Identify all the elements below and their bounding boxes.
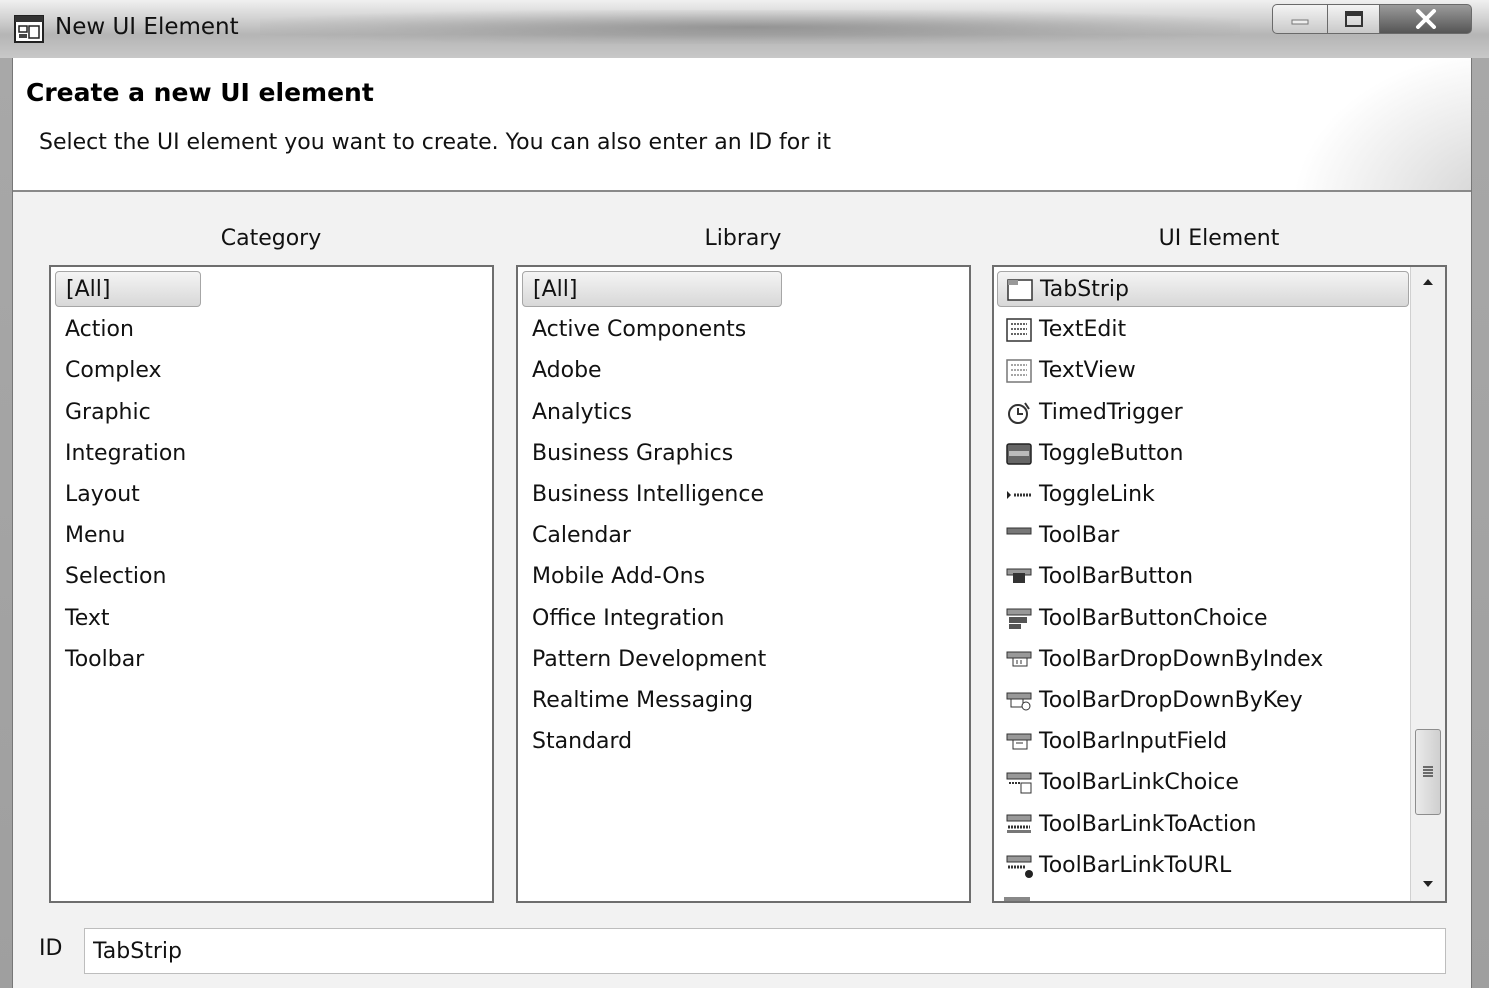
toolbardropdownbyindex-icon	[1006, 651, 1032, 667]
minimize-button[interactable]	[1272, 4, 1328, 34]
toolbarlinktourl-icon	[1006, 855, 1033, 878]
ui-element-item[interactable]: ToggleButton	[997, 436, 1409, 472]
timedtrigger-icon	[1008, 402, 1030, 424]
ui-element-item[interactable]: ToolBarLinkChoice	[997, 765, 1409, 801]
app-icon	[14, 15, 44, 43]
library-item[interactable]: Standard	[522, 724, 632, 760]
title-bar[interactable]: New UI Element	[0, 0, 1489, 58]
new-ui-element-dialog: New UI Element Create a new UI element S…	[0, 0, 1489, 988]
ui-element-label: TextView	[1039, 358, 1136, 384]
ui-element-item[interactable]: ToolBarDropDownByKey	[997, 683, 1409, 719]
togglebutton-icon	[1006, 443, 1032, 465]
category-item[interactable]: Toolbar	[55, 642, 144, 678]
minimize-icon	[1291, 19, 1309, 25]
ui-element-list[interactable]: ToolBarLinkToURL ToolBarLinkToAction ToolB…	[992, 265, 1447, 903]
toolbarinputfield-icon	[1006, 733, 1032, 750]
close-icon	[1415, 9, 1436, 29]
tabstrip-icon	[1007, 279, 1033, 301]
header-title: Create a new UI element	[26, 78, 374, 107]
library-item[interactable]: Active Components	[522, 312, 746, 348]
ui-element-item[interactable]: ToolBarLinkToURL	[997, 848, 1409, 884]
library-item[interactable]: Business Intelligence	[522, 477, 764, 513]
togglelink-icon	[1007, 491, 1032, 499]
ui-element-item[interactable]: TextView	[997, 353, 1409, 389]
ui-element-item[interactable]: TextEdit	[997, 312, 1409, 348]
library-list[interactable]: [All] Active Components Adobe Analytics Busi…	[516, 265, 971, 903]
library-item[interactable]: Business Graphics	[522, 436, 733, 472]
ui-element-label: TextEdit	[1039, 317, 1127, 343]
ui-element-label: TabStrip	[1040, 277, 1129, 302]
library-item[interactable]: Adobe	[522, 353, 602, 389]
library-item[interactable]: Mobile Add-Ons	[522, 559, 705, 595]
toolbarbuttonchoice-icon	[1006, 608, 1032, 629]
scroll-down-icon[interactable]	[1421, 877, 1435, 891]
ui-element-item[interactable]: ToolBarDropDownByIndex	[997, 642, 1409, 678]
ui-element-scrollbar[interactable]	[1410, 267, 1445, 901]
category-item[interactable]: Menu	[55, 518, 125, 554]
id-input[interactable]	[84, 928, 1446, 974]
ui-element-item[interactable]: ToggleLink	[997, 477, 1409, 513]
scroll-thumb[interactable]	[1415, 729, 1441, 815]
ui-element-item[interactable]: ToolBarInputField	[997, 724, 1409, 760]
ui-element-item[interactable]: ToolBarButton	[997, 559, 1409, 595]
scroll-up-icon[interactable]	[1421, 275, 1435, 289]
library-item[interactable]: [All]	[522, 271, 782, 307]
library-item[interactable]: Analytics	[522, 395, 632, 431]
ui-element-label: ToggleLink	[1039, 482, 1155, 507]
header-description: Select the UI element you want to create…	[39, 130, 832, 155]
library-item[interactable]: Calendar	[522, 518, 631, 554]
ui-element-label: ToolBar	[1039, 523, 1120, 549]
toolbarbutton-icon	[1006, 568, 1032, 584]
maximize-icon	[1344, 11, 1363, 27]
ui-element-label: TimedTrigger	[1039, 399, 1183, 425]
ui-element-label: ToolBarLinkChoice	[1039, 770, 1239, 796]
textview-icon	[1006, 359, 1032, 384]
category-label: Category	[220, 226, 322, 251]
ui-element-item[interactable]: ToolBarLinkToAction	[997, 807, 1409, 843]
ui-element-label: ToolBarLinkToURL	[1039, 852, 1232, 878]
category-item[interactable]: Complex	[55, 353, 162, 389]
window-title: New UI Element	[55, 14, 239, 40]
ui-element-label: ToolBarDropDownByIndex	[1039, 646, 1324, 672]
dialog-header: Create a new UI element Select the UI el…	[13, 58, 1471, 192]
category-item[interactable]: Integration	[55, 436, 186, 472]
toolbardropdownbykey-icon	[1006, 692, 1032, 711]
ui-element-item[interactable]: TimedTrigger	[997, 395, 1409, 431]
ui-element-item[interactable]: TabStrip	[997, 271, 1409, 307]
category-item[interactable]: [All]	[55, 271, 201, 307]
library-item[interactable]: Office Integration	[522, 601, 724, 637]
category-item[interactable]: Graphic	[55, 395, 151, 431]
textedit-icon	[1006, 318, 1032, 342]
grip-icon	[1423, 766, 1433, 777]
maximize-button[interactable]	[1328, 4, 1380, 34]
ui-element-label: ToggleButton	[1039, 440, 1184, 466]
ui-element-label: UI Element	[1158, 226, 1280, 251]
toolbarlinkchoice-icon	[1006, 772, 1032, 794]
ui-element-label: ToolBarLinkToAction	[1039, 811, 1257, 837]
category-item[interactable]: Action	[55, 312, 134, 348]
dialog-body: Create a new UI element Select the UI el…	[12, 58, 1472, 988]
library-item[interactable]: Pattern Development	[522, 642, 766, 678]
toolbar-icon	[1006, 527, 1032, 535]
ui-element-label: ToolBarButtonChoice	[1039, 605, 1268, 631]
category-item[interactable]: Text	[55, 601, 110, 637]
category-item[interactable]: Selection	[55, 559, 166, 595]
ui-element-item[interactable]: ToolBarButtonChoice	[997, 601, 1409, 637]
ui-element-label: ToolBarButton	[1039, 564, 1194, 590]
library-label: Library	[704, 226, 782, 251]
ui-element-item[interactable]: ToolBar	[997, 518, 1409, 554]
library-item[interactable]: Realtime Messaging	[522, 683, 753, 719]
id-label: ID	[39, 936, 63, 961]
ui-element-label: ToolBarDropDownByKey	[1039, 688, 1303, 713]
ui-element-label: ToolBarInputField	[1039, 729, 1228, 755]
category-item[interactable]: Layout	[55, 477, 140, 513]
close-button[interactable]	[1380, 4, 1472, 34]
category-list[interactable]: [All] Action Complex Graphic Integration Layo…	[49, 265, 494, 903]
toolbarlinktoaction-icon	[1006, 814, 1032, 833]
ui-element-item-clipped[interactable]	[1004, 895, 1384, 901]
